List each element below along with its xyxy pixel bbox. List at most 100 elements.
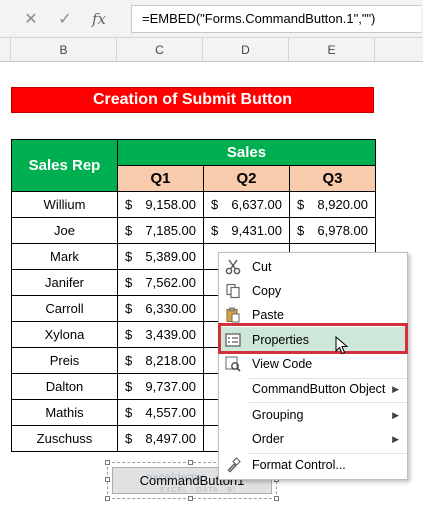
submenu-arrow-icon: ▶ [392, 384, 399, 394]
sales-value: 6,330.00 [145, 301, 196, 316]
submenu-arrow-icon: ▶ [392, 434, 399, 444]
sales-value-cell-q1[interactable]: $6,330.00 [117, 295, 204, 322]
view-code-icon [225, 356, 241, 372]
currency-symbol: $ [125, 249, 133, 264]
format-control-icon [227, 457, 241, 473]
sales-value-cell-q1[interactable]: $5,389.00 [117, 243, 204, 270]
currency-symbol: $ [297, 197, 305, 212]
quarter-header-q1[interactable]: Q1 [117, 165, 204, 192]
sales-value-cell-q1[interactable]: $9,158.00 [117, 191, 204, 218]
menu-item-label: CommandButton Object [252, 382, 386, 396]
sales-rep-name-cell[interactable]: Mathis [11, 399, 118, 426]
sales-rep-name-cell[interactable]: Carroll [11, 295, 118, 322]
copy-icon [226, 283, 240, 299]
formula-bar-icons: ✕ ✓ fx [14, 5, 124, 33]
column-header-c[interactable]: C [117, 38, 203, 62]
sales-value: 8,497.00 [145, 431, 196, 446]
sales-value: 5,389.00 [145, 249, 196, 264]
menu-item-grouping[interactable]: Grouping ▶ [219, 403, 407, 427]
sales-rep-name-cell[interactable]: Mark [11, 243, 118, 270]
resize-handle[interactable] [188, 460, 193, 465]
column-header-d[interactable]: D [203, 38, 289, 62]
currency-symbol: $ [125, 223, 133, 238]
menu-item-view-code[interactable]: View Code [219, 352, 407, 376]
sales-rep-name-cell[interactable]: Janifer [11, 269, 118, 296]
currency-symbol: $ [211, 223, 219, 238]
sales-value-cell-q1[interactable]: $9,737.00 [117, 373, 204, 400]
insert-function-icon[interactable]: fx [82, 10, 116, 28]
menu-item-label: Order [252, 432, 284, 446]
menu-item-label: Cut [252, 260, 272, 274]
column-header-e[interactable]: E [289, 38, 375, 62]
sales-value-cell-q2[interactable]: $6,637.00 [203, 191, 290, 218]
page-title: Creation of Submit Button [11, 87, 374, 113]
sales-value-cell-q1[interactable]: $8,218.00 [117, 347, 204, 374]
sales-value: 9,737.00 [145, 379, 196, 394]
sales-value: 9,158.00 [145, 197, 196, 212]
sales-value: 6,978.00 [317, 223, 368, 238]
table-row: Joe $7,185.00 $9,431.00 $6,978.00 [11, 217, 376, 244]
menu-item-label: Copy [252, 284, 282, 298]
sales-rep-name-cell[interactable]: Joe [11, 217, 118, 244]
sales-value-cell-q1[interactable]: $8,497.00 [117, 425, 204, 452]
currency-symbol: $ [125, 405, 133, 420]
currency-symbol: $ [297, 223, 305, 238]
sales-rep-name-cell[interactable]: Zuschuss [11, 425, 118, 452]
column-header-b[interactable]: B [11, 38, 117, 62]
menu-item-commandbutton-object[interactable]: CommandButton Object ▶ [219, 377, 407, 401]
resize-handle[interactable] [105, 460, 110, 465]
currency-symbol: $ [125, 275, 133, 290]
sales-value-cell-q1[interactable]: $4,557.00 [117, 399, 204, 426]
sales-value-cell-q1[interactable]: $7,185.00 [117, 217, 204, 244]
properties-highlight-box [218, 323, 408, 354]
sales-value: 6,637.00 [231, 197, 282, 212]
menu-item-cut[interactable]: Cut [219, 255, 407, 279]
sales-value: 4,557.00 [145, 405, 196, 420]
formula-bar: ✕ ✓ fx =EMBED("Forms.CommandButton.1",""… [0, 0, 423, 38]
clipboard-icon [226, 307, 240, 323]
sales-value-cell-q3[interactable]: $6,978.00 [289, 217, 376, 244]
sales-rep-name-cell[interactable]: Preis [11, 347, 118, 374]
sales-value-cell-q1[interactable]: $7,562.00 [117, 269, 204, 296]
enter-icon[interactable]: ✓ [48, 9, 82, 29]
menu-item-label: View Code [252, 357, 313, 371]
column-header-a[interactable] [0, 38, 11, 62]
quarter-header-q2[interactable]: Q2 [203, 165, 290, 192]
sales-header[interactable]: Sales [117, 139, 376, 166]
resize-handle[interactable] [105, 477, 110, 482]
sales-rep-name-cell[interactable]: Xylona [11, 321, 118, 348]
context-menu: Cut Copy Paste Properties View Code Comm… [218, 252, 408, 480]
currency-symbol: $ [125, 301, 133, 316]
currency-symbol: $ [125, 353, 133, 368]
currency-symbol: $ [125, 379, 133, 394]
resize-handle[interactable] [188, 496, 193, 501]
sales-value: 7,562.00 [145, 275, 196, 290]
sales-rep-header[interactable]: Sales Rep [11, 139, 118, 192]
menu-item-order[interactable]: Order ▶ [219, 427, 407, 451]
sales-value: 7,185.00 [145, 223, 196, 238]
sales-rep-name-cell[interactable]: Dalton [11, 373, 118, 400]
resize-handle[interactable] [105, 496, 110, 501]
sales-value-cell-q1[interactable]: $3,439.00 [117, 321, 204, 348]
column-header-strip: B C D E [0, 38, 423, 62]
mouse-pointer-icon [335, 336, 349, 355]
sales-value: 3,439.00 [145, 327, 196, 342]
cancel-icon[interactable]: ✕ [14, 9, 48, 29]
formula-input[interactable]: =EMBED("Forms.CommandButton.1","") [131, 5, 421, 33]
currency-symbol: $ [211, 197, 219, 212]
sales-value: 8,920.00 [317, 197, 368, 212]
sales-rep-name-cell[interactable]: Willium [11, 191, 118, 218]
quarter-header-q3[interactable]: Q3 [289, 165, 376, 192]
resize-handle[interactable] [274, 496, 279, 501]
menu-item-format-control[interactable]: Format Control... [219, 453, 407, 477]
submenu-arrow-icon: ▶ [392, 410, 399, 420]
table-row: Willium $9,158.00 $6,637.00 $8,920.00 [11, 191, 376, 218]
currency-symbol: $ [125, 327, 133, 342]
menu-item-label: Grouping [252, 408, 304, 422]
scissors-icon [225, 259, 241, 275]
sales-value-cell-q2[interactable]: $9,431.00 [203, 217, 290, 244]
currency-symbol: $ [125, 197, 133, 212]
sales-value-cell-q3[interactable]: $8,920.00 [289, 191, 376, 218]
menu-item-copy[interactable]: Copy [219, 279, 407, 303]
currency-symbol: $ [125, 431, 133, 446]
